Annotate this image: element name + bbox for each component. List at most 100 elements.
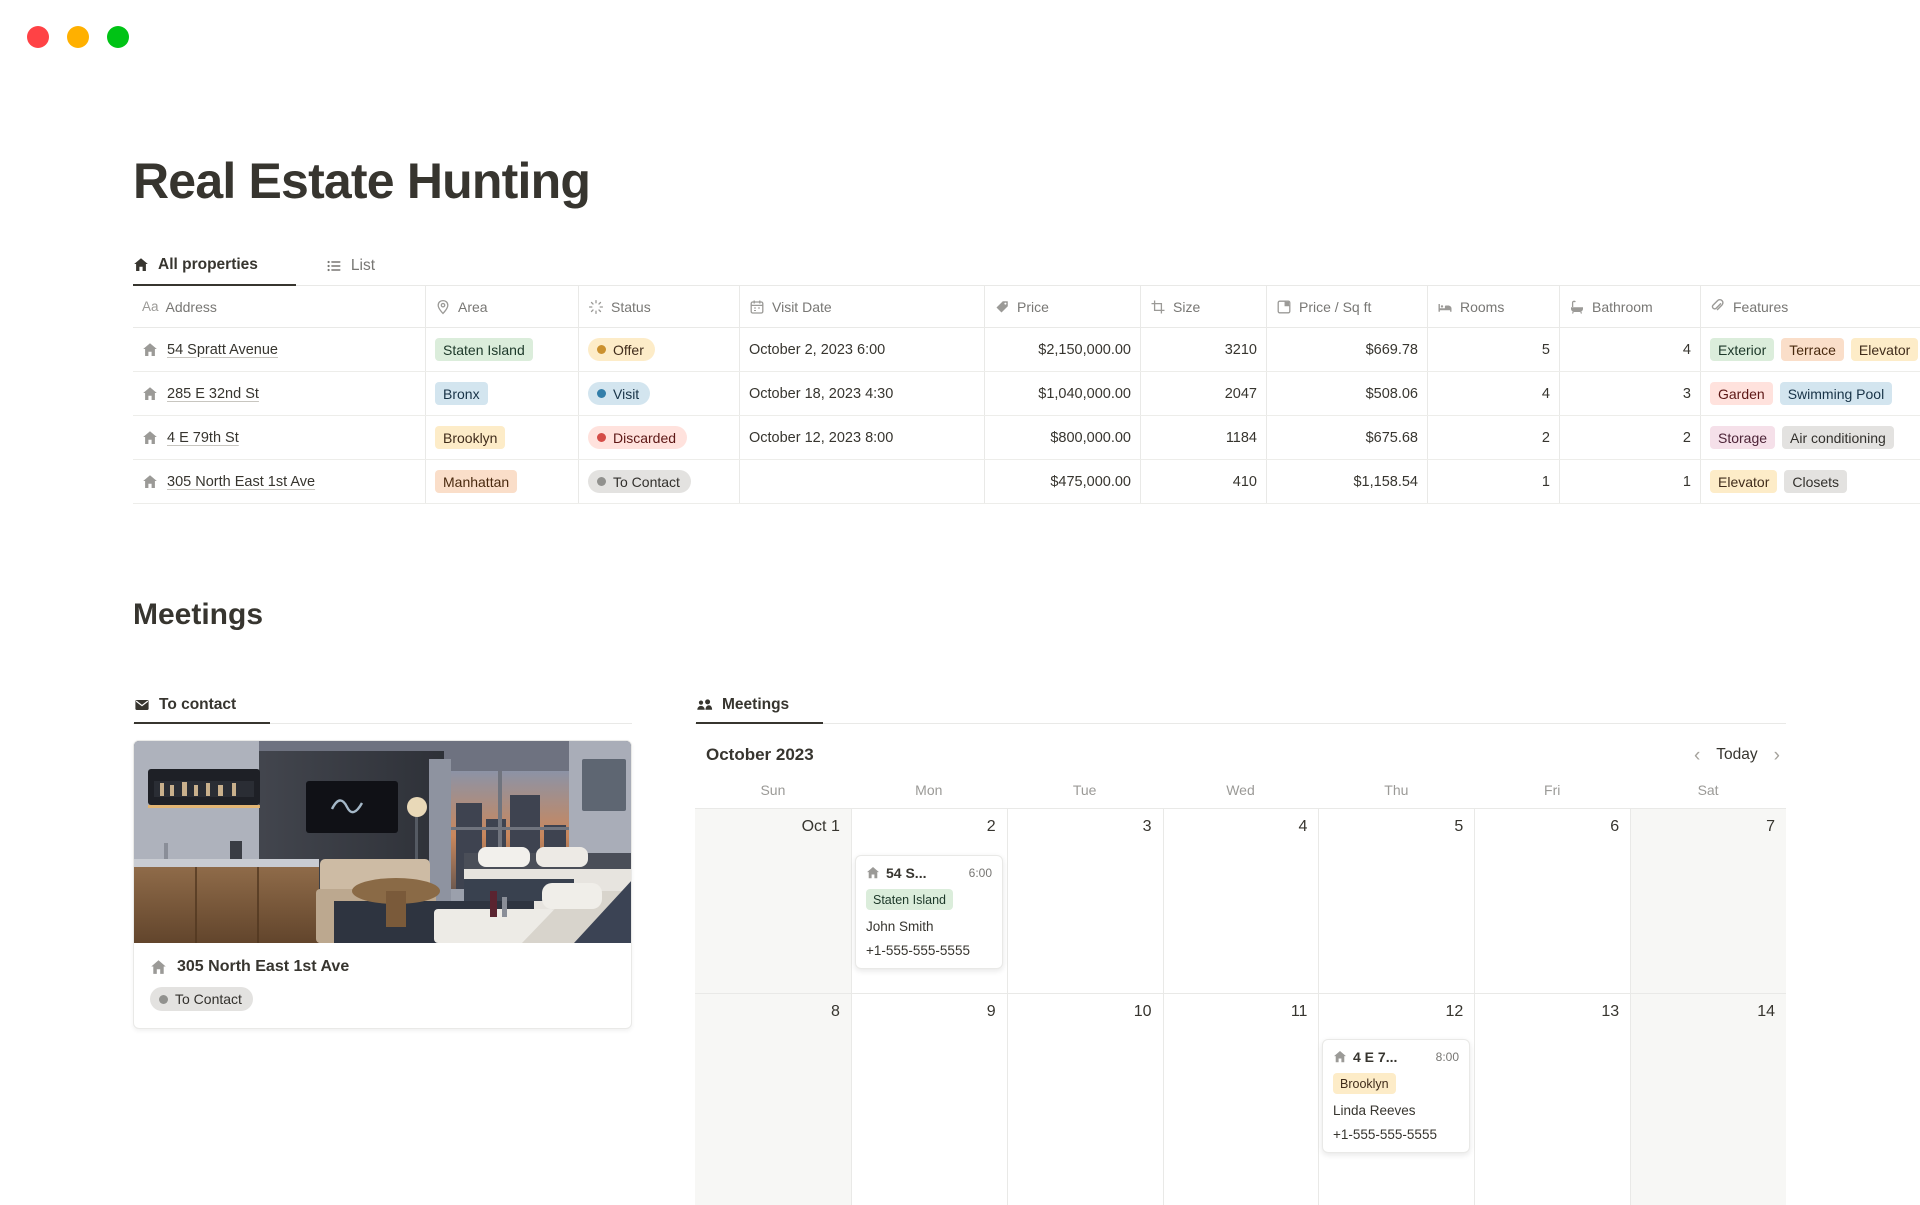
tab-to-contact[interactable]: To contact [134, 688, 270, 724]
bathroom-cell[interactable]: 1 [1560, 460, 1701, 503]
calendar-cell[interactable]: 4 [1163, 809, 1319, 993]
address-link[interactable]: 305 North East 1st Ave [167, 474, 315, 490]
bathroom-cell[interactable]: 2 [1560, 416, 1701, 459]
rooms-cell[interactable]: 4 [1428, 372, 1560, 415]
area-cell[interactable]: Bronx [426, 372, 579, 415]
area-cell[interactable]: Manhattan [426, 460, 579, 503]
card-address[interactable]: 305 North East 1st Ave [150, 958, 615, 976]
address-link[interactable]: 4 E 79th St [167, 430, 239, 446]
visit-date-cell[interactable] [740, 460, 985, 503]
address-cell[interactable]: 305 North East 1st Ave [133, 460, 426, 503]
size-cell[interactable]: 410 [1141, 460, 1267, 503]
features-cell[interactable]: Elevator Closets [1701, 460, 1920, 503]
column-header-bathroom[interactable]: Bathroom [1560, 286, 1701, 327]
price-cell[interactable]: $800,000.00 [985, 416, 1141, 459]
to-contact-tabs: To contact [133, 688, 632, 724]
table-header-row: Aa Address Area Status Visit Date Pric [133, 286, 1920, 328]
visit-date-cell[interactable]: October 12, 2023 8:00 [740, 416, 985, 459]
event-phone-link[interactable]: +1-555-555-5555 [866, 943, 992, 958]
event-time: 6:00 [969, 866, 992, 880]
calendar-cell[interactable]: 5 [1318, 809, 1474, 993]
size-cell[interactable]: 2047 [1141, 372, 1267, 415]
status-dot [159, 995, 168, 1004]
bathroom-cell[interactable]: 3 [1560, 372, 1701, 415]
calendar-cell[interactable]: 8 [695, 993, 851, 1205]
calendar-event-card[interactable]: 54 S... 6:00 Staten Island John Smith +1… [855, 855, 1003, 969]
status-cell[interactable]: Visit [579, 372, 740, 415]
status-cell[interactable]: Discarded [579, 416, 740, 459]
address-link[interactable]: 285 E 32nd St [167, 386, 259, 402]
column-header-address[interactable]: Aa Address [133, 286, 426, 327]
rooms-cell[interactable]: 5 [1428, 328, 1560, 371]
prev-month-button[interactable]: ‹ [1694, 746, 1700, 765]
status-badge: To Contact [150, 987, 253, 1011]
tab-list[interactable]: List [326, 246, 375, 285]
column-header-area[interactable]: Area [426, 286, 579, 327]
tab-all-properties[interactable]: All properties [133, 246, 296, 286]
features-cell[interactable]: Storage Air conditioning [1701, 416, 1920, 459]
column-header-price[interactable]: Price [985, 286, 1141, 327]
calendar-cell[interactable]: 14 [1630, 993, 1786, 1205]
area-cell[interactable]: Staten Island [426, 328, 579, 371]
feature-tag: Elevator [1710, 470, 1777, 493]
calendar-cell[interactable]: 13 [1474, 993, 1630, 1205]
features-cell[interactable]: Exterior Terrace Elevator [1701, 328, 1920, 371]
price-sqft-cell[interactable]: $675.68 [1267, 416, 1428, 459]
status-cell[interactable]: To Contact [579, 460, 740, 503]
price-sqft-cell[interactable]: $669.78 [1267, 328, 1428, 371]
visit-date-cell[interactable]: October 2, 2023 6:00 [740, 328, 985, 371]
address-link[interactable]: 54 Spratt Avenue [167, 342, 278, 358]
bathroom-cell[interactable]: 4 [1560, 328, 1701, 371]
day-name: Tue [1007, 782, 1163, 802]
calendar-cell[interactable]: 11 [1163, 993, 1319, 1205]
price-cell[interactable]: $475,000.00 [985, 460, 1141, 503]
calendar-cell[interactable]: Oct 1 [695, 809, 851, 993]
visit-date-cell[interactable]: October 18, 2023 4:30 [740, 372, 985, 415]
status-dot [597, 389, 606, 398]
status-cell[interactable]: Offer [579, 328, 740, 371]
address-cell[interactable]: 4 E 79th St [133, 416, 426, 459]
next-month-button[interactable]: › [1774, 746, 1780, 765]
calendar-cell[interactable]: 3 [1007, 809, 1163, 993]
house-icon [142, 430, 158, 446]
price-sqft-cell[interactable]: $1,158.54 [1267, 460, 1428, 503]
calendar-cell[interactable]: 7 [1630, 809, 1786, 993]
column-header-price-sqft[interactable]: Price / Sq ft [1267, 286, 1428, 327]
calendar-cell[interactable]: 10 [1007, 993, 1163, 1205]
rooms-cell[interactable]: 2 [1428, 416, 1560, 459]
column-header-rooms[interactable]: Rooms [1428, 286, 1560, 327]
today-button[interactable]: Today [1716, 746, 1757, 764]
column-header-size[interactable]: Size [1141, 286, 1267, 327]
calendar-event-card[interactable]: 4 E 7... 8:00 Brooklyn Linda Reeves +1-5… [1322, 1039, 1470, 1153]
table-row: 305 North East 1st Ave Manhattan To Cont… [133, 460, 1920, 504]
close-window-button[interactable] [27, 26, 49, 48]
tab-meetings[interactable]: Meetings [696, 688, 823, 724]
minimize-window-button[interactable] [67, 26, 89, 48]
table-row: 54 Spratt Avenue Staten Island Offer Oct… [133, 328, 1920, 372]
zoom-window-button[interactable] [107, 26, 129, 48]
event-title-row: 4 E 7... 8:00 [1333, 1049, 1459, 1065]
property-card[interactable]: 305 North East 1st Ave To Contact [133, 740, 632, 1029]
column-header-features[interactable]: Features [1701, 286, 1920, 327]
size-cell[interactable]: 3210 [1141, 328, 1267, 371]
event-title: 54 S... [886, 865, 926, 881]
event-phone-link[interactable]: +1-555-555-5555 [1333, 1127, 1459, 1142]
calendar-cell[interactable]: 6 [1474, 809, 1630, 993]
price-cell[interactable]: $2,150,000.00 [985, 328, 1141, 371]
to-contact-panel: To contact [133, 688, 632, 1029]
features-cell[interactable]: Garden Swimming Pool [1701, 372, 1920, 415]
calendar-cell[interactable]: 9 [851, 993, 1007, 1205]
price-cell[interactable]: $1,040,000.00 [985, 372, 1141, 415]
price-sqft-cell[interactable]: $508.06 [1267, 372, 1428, 415]
address-cell[interactable]: 54 Spratt Avenue [133, 328, 426, 371]
rooms-cell[interactable]: 1 [1428, 460, 1560, 503]
address-cell[interactable]: 285 E 32nd St [133, 372, 426, 415]
location-icon [435, 299, 451, 315]
area-cell[interactable]: Brooklyn [426, 416, 579, 459]
area-tag: Manhattan [435, 470, 517, 493]
column-header-visit-date[interactable]: Visit Date [740, 286, 985, 327]
area-tag: Brooklyn [1333, 1073, 1396, 1094]
size-cell[interactable]: 1184 [1141, 416, 1267, 459]
feature-tag: Air conditioning [1782, 426, 1894, 449]
column-header-status[interactable]: Status [579, 286, 740, 327]
